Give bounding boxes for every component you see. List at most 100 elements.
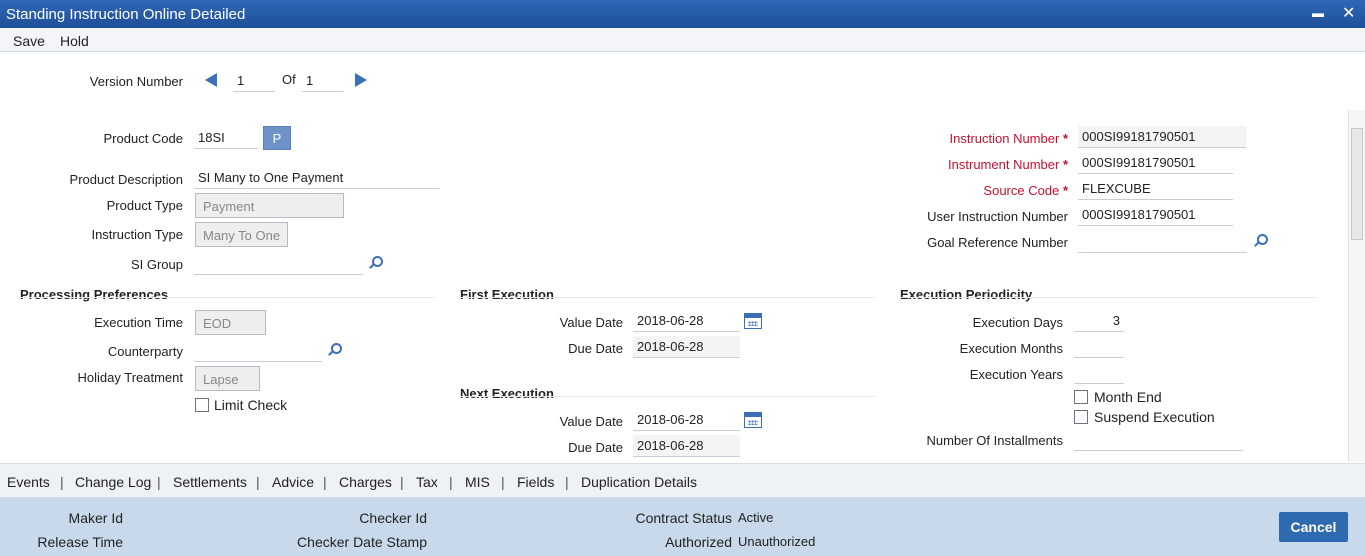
next-execution-divider [460,396,875,397]
execution-years-label: Execution Years [969,367,1063,382]
execution-days-field[interactable]: 3 [1074,310,1124,332]
execution-time-field: EOD [195,310,266,335]
close-icon[interactable]: ✕ [1342,3,1355,23]
holiday-treatment-field: Lapse [195,366,260,391]
instrument-number-field[interactable]: 000SI99181790501 [1078,152,1233,174]
tab-separator: | [323,474,327,490]
counterparty-search-icon[interactable] [327,343,342,357]
counterparty-field[interactable] [194,340,322,362]
product-pick-button[interactable]: P [263,126,291,150]
cancel-button[interactable]: Cancel [1279,512,1348,542]
window-title: Standing Instruction Online Detailed [6,6,246,23]
next-value-date-calendar-icon[interactable] [744,412,762,428]
save-menu[interactable]: Save [13,33,45,49]
product-description-label: Product Description [69,172,183,187]
tab-duplication-details[interactable]: Duplication Details [581,474,697,490]
next-execution-title: Next Execution [460,386,554,401]
first-due-date-label: Due Date [568,341,623,356]
month-end-checkbox[interactable] [1074,390,1088,404]
tab-tax[interactable]: Tax [416,474,438,490]
product-type-label: Product Type [106,198,183,213]
tab-mis[interactable]: MIS [465,474,490,490]
tab-separator: | [60,474,64,490]
user-instruction-number-label: User Instruction Number [927,209,1068,224]
number-of-installments-field[interactable] [1074,429,1243,451]
next-value-date-label: Value Date [559,414,623,429]
checker-id-label: Checker Id [359,510,427,526]
suspend-execution-checkbox[interactable] [1074,410,1088,424]
user-instruction-number-field[interactable]: 000SI99181790501 [1078,204,1233,226]
next-due-date-label: Due Date [568,440,623,455]
contract-status-value: Active [738,510,774,525]
next-version-icon[interactable] [355,73,367,87]
tabs-bar: Events | Change Log | Settlements | Advi… [0,463,1365,497]
instruction-number-field[interactable]: 000SI99181790501 [1078,126,1246,148]
execution-time-label: Execution Time [94,315,183,330]
execution-months-label: Execution Months [959,341,1063,356]
tab-separator: | [565,474,569,490]
execution-days-label: Execution Days [972,315,1063,330]
contract-status-label: Contract Status [635,510,733,526]
instruction-type-label: Instruction Type [91,227,183,242]
periodicity-divider [900,297,1316,298]
product-description-field[interactable]: SI Many to One Payment [194,167,440,189]
si-group-search-icon[interactable] [368,256,383,270]
next-due-date-field: 2018-06-28 [633,435,740,457]
authorized-value: Unauthorized [738,534,816,549]
first-value-date-label: Value Date [559,315,623,330]
first-value-date-field[interactable]: 2018-06-28 [633,310,740,332]
maker-id-label: Maker Id [68,510,123,526]
vertical-scrollbar[interactable] [1348,110,1365,462]
limit-check-label: Limit Check [214,397,288,413]
first-execution-divider [460,297,875,298]
tab-separator: | [449,474,453,490]
tab-separator: | [400,474,404,490]
authorized-label: Authorized [665,534,732,550]
hold-menu[interactable]: Hold [60,33,89,49]
version-of-label: Of [282,72,296,87]
si-group-field[interactable] [194,253,363,275]
tab-settlements[interactable]: Settlements [173,474,247,490]
goal-reference-number-label: Goal Reference Number [927,235,1068,250]
suspend-execution-label: Suspend Execution [1094,409,1215,425]
holiday-treatment-label: Holiday Treatment [77,370,184,385]
product-type-field: Payment [195,193,344,218]
goal-reference-number-field[interactable] [1078,231,1247,253]
product-code-label: Product Code [103,131,184,146]
number-of-installments-label: Number Of Installments [926,433,1063,448]
tab-change-log[interactable]: Change Log [75,474,151,490]
tab-fields[interactable]: Fields [517,474,554,490]
instruction-number-label: Instruction Number * [949,131,1068,146]
minimize-icon[interactable]: ▬ [1312,6,1324,20]
version-total: 1 [302,70,344,92]
month-end-label: Month End [1094,389,1162,405]
tab-advice[interactable]: Advice [272,474,314,490]
processing-preferences-title: Processing Preferences [20,287,169,302]
previous-version-icon[interactable] [205,73,217,87]
first-value-date-calendar-icon[interactable] [744,313,762,329]
tab-charges[interactable]: Charges [339,474,392,490]
instrument-number-label: Instrument Number * [948,157,1068,172]
source-code-label: Source Code * [983,183,1068,198]
si-group-label: SI Group [130,257,183,272]
scrollbar-thumb[interactable] [1351,128,1363,240]
instruction-type-field: Many To One [195,222,288,247]
checker-date-stamp-label: Checker Date Stamp [297,534,427,550]
version-current: 1 [233,70,275,92]
next-value-date-field[interactable]: 2018-06-28 [633,409,740,431]
tab-separator: | [501,474,505,490]
execution-months-field[interactable] [1074,336,1124,358]
tab-separator: | [256,474,260,490]
menu-bar: Save Hold [0,28,1365,52]
first-due-date-field: 2018-06-28 [633,336,740,358]
goal-reference-search-icon[interactable] [1253,234,1268,248]
product-code-field[interactable]: 18SI [194,127,258,149]
execution-years-field[interactable] [1074,362,1124,384]
first-execution-title: First Execution [460,287,554,302]
counterparty-label: Counterparty [107,344,183,359]
source-code-field[interactable]: FLEXCUBE [1078,178,1233,200]
tab-separator: | [157,474,161,490]
version-number-label: Version Number [89,74,183,89]
tab-events[interactable]: Events [7,474,50,490]
limit-check-checkbox[interactable] [195,398,209,412]
